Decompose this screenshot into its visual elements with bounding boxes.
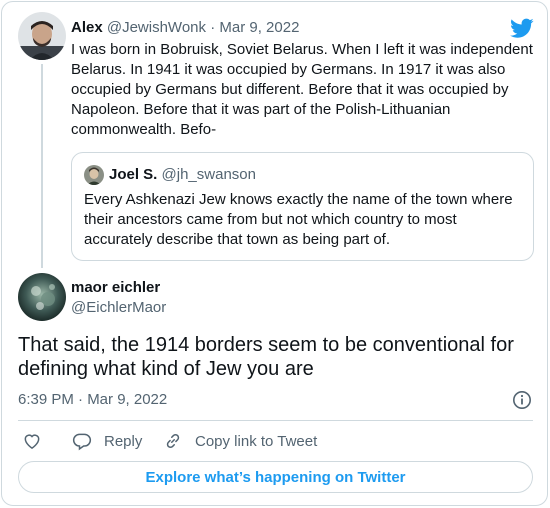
- tweet-embed-card: Alex @JewishWonk · Mar 9, 2022 I was bor…: [1, 1, 548, 506]
- main-author-avatar[interactable]: [18, 273, 66, 321]
- quoted-tweet-text: Every Ashkenazi Jew knows exactly the na…: [84, 191, 513, 248]
- divider: [18, 420, 533, 421]
- parent-tweet-date[interactable]: Mar 9, 2022: [219, 19, 299, 36]
- twitter-bird-icon[interactable]: [510, 16, 534, 40]
- parent-tweet-text: I was born in Bobruisk, Soviet Belarus. …: [71, 41, 533, 138]
- info-icon[interactable]: [512, 390, 532, 410]
- explore-twitter-button[interactable]: Explore what’s happening on Twitter: [18, 461, 533, 493]
- parent-tweet-header: Alex @JewishWonk · Mar 9, 2022: [71, 18, 299, 38]
- quoted-tweet-header: Joel S. @jh_swanson: [109, 165, 256, 185]
- copy-link-button[interactable]: Copy link to Tweet: [163, 430, 317, 452]
- quoted-tweet[interactable]: Joel S. @jh_swanson Every Ashkenazi Jew …: [71, 152, 534, 261]
- reply-icon: [72, 433, 92, 451]
- main-tweet-text: That said, the 1914 borders seem to be c…: [18, 334, 514, 380]
- heart-icon: [24, 434, 40, 449]
- tweet-timestamp[interactable]: 6:39 PM · Mar 9, 2022: [18, 390, 167, 410]
- quoted-author-avatar: [84, 165, 104, 185]
- copy-link-label: Copy link to Tweet: [195, 432, 318, 450]
- main-author-name[interactable]: maor eichler: [71, 278, 160, 298]
- reply-button[interactable]: Reply: [72, 430, 142, 452]
- thread-connector-line: [41, 64, 43, 268]
- quoted-author-name: Joel S.: [109, 166, 158, 183]
- link-icon: [166, 433, 180, 449]
- parent-author-avatar[interactable]: [18, 12, 66, 60]
- header-separator: ·: [210, 19, 216, 36]
- parent-author-handle[interactable]: @JewishWonk: [107, 19, 206, 36]
- parent-author-name[interactable]: Alex: [71, 19, 103, 36]
- main-author-handle[interactable]: @EichlerMaor: [71, 298, 166, 318]
- reply-label: Reply: [104, 432, 143, 450]
- like-button[interactable]: [22, 430, 54, 452]
- quoted-author-handle: @jh_swanson: [161, 166, 256, 183]
